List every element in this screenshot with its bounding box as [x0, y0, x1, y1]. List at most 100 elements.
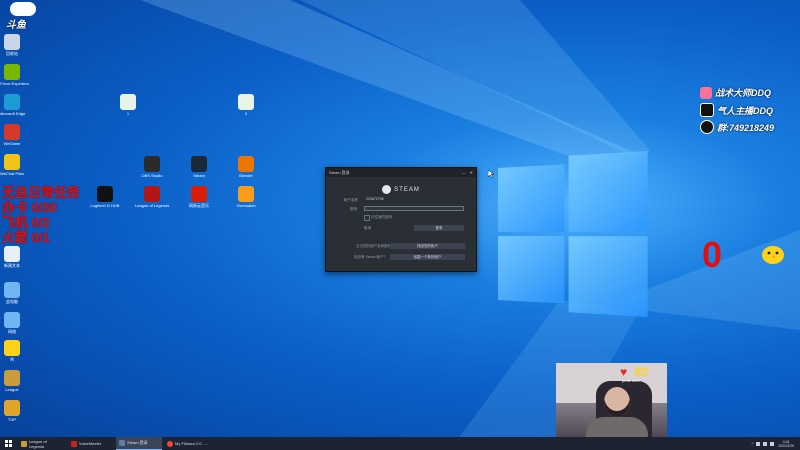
desktop-icon[interactable]: 2 [229, 94, 263, 116]
desktop-icon[interactable]: Logitech G HUB [88, 186, 122, 208]
desktop-icon[interactable]: League [0, 370, 29, 392]
steam-login-dialog: Steam 登录 — ✕ STEAM 帐户名称 223672796 密码 记住我… [325, 167, 477, 272]
douyu-watermark: 斗鱼 [6, 2, 40, 32]
social-tiktok: 气人主播DDQ [700, 103, 773, 117]
desktop-icon-label: 1 [126, 111, 130, 116]
create-account-button[interactable]: 创建一个新的帐户 [390, 254, 465, 260]
desktop-icon-label: 回收站 [6, 51, 18, 56]
tiktok-icon [700, 103, 714, 117]
text-file-icon-1 [120, 94, 136, 110]
yellow-chick-icon [4, 340, 20, 356]
desktop-icon[interactable]: League of Legends [135, 186, 169, 208]
heart-icon: ♥ [620, 365, 628, 379]
forgot-label: 忘记您的用户名和密码？ [356, 244, 395, 248]
chevron-up-icon[interactable]: ^ [752, 441, 754, 446]
monitor-icon [4, 282, 20, 298]
cancel-button[interactable]: 取消 [364, 226, 371, 231]
netease-icon [191, 186, 207, 202]
taskbar: League of Legends VoiceMeeter Steam 登录 M… [0, 437, 800, 450]
desktop-icon-label: Steam [193, 173, 205, 178]
desktop-icon-label: 2 [244, 111, 248, 116]
windows-start-icon [4, 440, 12, 447]
account-label: 帐户名称 [344, 198, 358, 202]
account-field[interactable]: 223672796 [364, 197, 464, 202]
desktop-icon-label: WeGame [3, 141, 21, 146]
dialog-titlebar[interactable]: Steam 登录 — ✕ [326, 168, 476, 177]
desktop-icon[interactable]: OBS Studio [135, 156, 169, 178]
desktop-icon-label: 此电脑 [6, 299, 18, 304]
remember-checkbox[interactable] [364, 215, 370, 221]
login-button[interactable]: 登录 [414, 225, 464, 231]
start-button[interactable] [0, 437, 16, 450]
desktop-icon[interactable]: WeGame [0, 124, 29, 146]
desktop-icon-label: 新建文本 [4, 263, 20, 268]
desktop-icon-label: 网络 [8, 329, 16, 334]
bilibili-icon [700, 86, 712, 99]
desktop-icon-label: League [5, 387, 19, 392]
mouse-cursor-icon [487, 165, 495, 183]
desktop-icon-label: Logitech G HUB [90, 203, 120, 208]
chick-icon [760, 240, 786, 266]
desktop-icon[interactable]: 网络 [0, 312, 29, 334]
clock[interactable]: 4:41 2022/3/29 [778, 440, 794, 448]
network-tray-icon[interactable] [756, 441, 761, 446]
desktop-icon-label: TGP [7, 417, 17, 422]
webcam-person-head [604, 387, 630, 417]
tray-icons[interactable]: ^ [752, 441, 775, 446]
dialog-title: Steam 登录 [329, 169, 350, 175]
social-qq: 群:749218249 [700, 120, 774, 134]
close-button[interactable]: ✕ [470, 170, 473, 175]
desktop-icon[interactable]: GeForce Experience [0, 64, 29, 86]
desktop-icon[interactable]: Microsoft Edge [0, 94, 29, 116]
edge-icon [4, 94, 20, 110]
desktop-icon[interactable]: WeChat Files [0, 154, 29, 176]
text-file-icon-2 [238, 94, 254, 110]
obs-icon [144, 156, 160, 172]
desktop-icon[interactable]: TGP [0, 400, 29, 422]
taskbar-steam[interactable]: Steam 登录 [116, 437, 162, 450]
desktop-icon[interactable]: 回收站 [0, 34, 29, 56]
taskbar-league[interactable]: League of Legends [18, 437, 66, 450]
social-text: 群:749218249 [717, 122, 775, 133]
voicemeeter-icon [71, 440, 77, 447]
desktop-icon-label: GeForce Experience [0, 81, 29, 86]
counter-number: 0 [702, 234, 723, 275]
steam-brand: STEAM [326, 185, 476, 194]
desktop-icon[interactable]: 此电脑 [0, 282, 29, 304]
desktop-icon[interactable]: 鸡 [0, 340, 29, 362]
desktop-icon[interactable]: Overwatch [229, 186, 263, 208]
douyu-logo-icon [10, 2, 36, 16]
desktop-icon-label: 网易云音乐 [189, 203, 209, 208]
desktop-icon-label: 鸡 [10, 357, 14, 362]
steam-brand-text: STEAM [394, 186, 420, 193]
taskbar-voicemeeter[interactable]: VoiceMeeter [68, 437, 114, 450]
password-field[interactable] [364, 206, 464, 211]
league-icon [21, 440, 27, 447]
taskbar-label: My Filmora 2.0 - ... [175, 441, 209, 446]
webcam-caption: pride cool [622, 378, 640, 383]
remember-label: 记住我的密码 [371, 215, 392, 219]
steam-icon [119, 440, 125, 446]
desktop-icon[interactable]: Blender [229, 156, 263, 178]
minimize-button[interactable]: — [462, 170, 466, 175]
desktop-icon-label: Blender [239, 173, 253, 178]
steam-logo-icon [382, 185, 392, 194]
folder-yellow-icon [4, 154, 20, 170]
desktop-icon[interactable]: 网易云音乐 [182, 186, 216, 208]
desktop-icon[interactable]: 新建文本 [0, 246, 29, 268]
desktop-icon-label: Overwatch [236, 203, 256, 208]
taskbar-label: League of Legends [28, 438, 47, 449]
task-line: 飞机 0/2 [2, 215, 50, 230]
steam-icon [191, 156, 207, 172]
douyu-logo-text: 斗鱼 [6, 20, 26, 31]
taskbar-browser[interactable]: My Filmora 2.0 - ... [164, 437, 216, 450]
volume-icon[interactable] [763, 441, 768, 446]
overwatch-icon [238, 186, 254, 202]
taskbar-label: VoiceMeeter [79, 441, 102, 446]
desktop-icon[interactable]: Steam [182, 156, 216, 178]
file-icon [4, 246, 20, 262]
password-label: 密码 [350, 207, 357, 211]
forgot-button[interactable]: 找回您的帐户 [390, 243, 465, 249]
ime-icon[interactable] [770, 441, 775, 446]
desktop-icon[interactable]: 1 [111, 94, 145, 116]
